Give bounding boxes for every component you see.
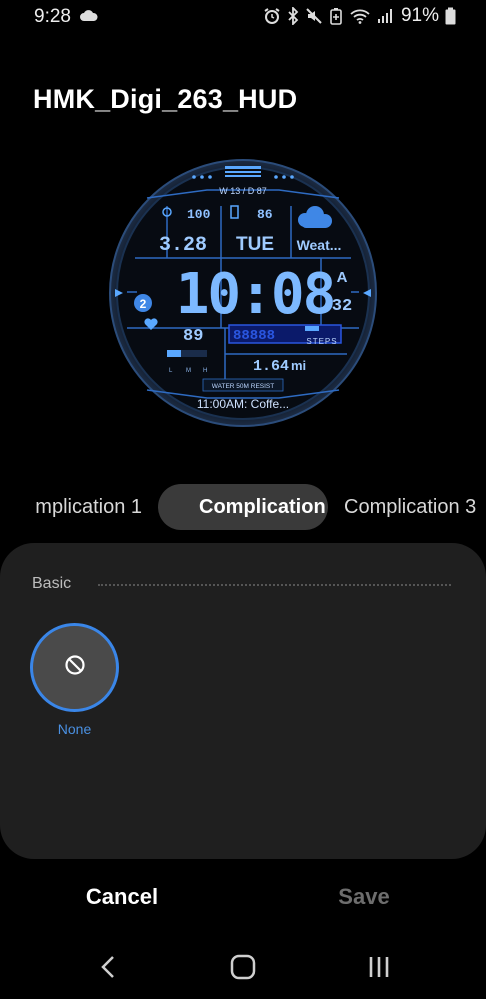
complication-tabs: mplication 1 Complication 2 Complication… — [0, 478, 486, 532]
bluetooth-icon — [287, 7, 299, 25]
watch-water-resist: WATER 50M RESIST — [212, 383, 275, 390]
save-button[interactable]: Save — [302, 880, 426, 914]
tab-complication-1[interactable]: mplication 1 — [0, 484, 150, 530]
section-label-basic: Basic — [32, 575, 72, 592]
option-none-label: None — [57, 721, 92, 737]
watch-lmh-h: H — [203, 368, 207, 374]
watch-steps-label: STEPS — [306, 337, 337, 346]
navigation-bar — [0, 940, 486, 999]
home-icon — [230, 954, 256, 985]
battery-percent: 91% — [400, 5, 439, 26]
status-time: 9:28 — [34, 6, 71, 27]
watch-face-title: HMK_Digi_263_HUD — [33, 84, 298, 114]
battery-icon — [445, 7, 456, 25]
section-divider — [98, 584, 451, 586]
watch-complication-number: 2 — [140, 297, 147, 311]
signal-icon — [377, 8, 393, 24]
back-button[interactable] — [88, 952, 128, 986]
recent-apps-button[interactable] — [359, 952, 399, 986]
tab-complication-1-label: mplication 1 — [35, 496, 142, 518]
tab-complication-2[interactable]: Complication 2 — [158, 484, 328, 530]
watch-time: 10:08 — [176, 262, 335, 327]
watch-face-preview[interactable]: W 13 / D 87 100 86 3.28 TUE Weat... 10:0… — [107, 158, 379, 428]
home-button[interactable] — [223, 952, 263, 986]
cloud-icon — [80, 9, 98, 27]
recent-apps-icon — [367, 955, 391, 984]
watch-date: 3.28 — [159, 234, 207, 257]
none-icon — [64, 654, 86, 681]
watch-steps-digits: 88888 — [233, 328, 275, 344]
watch-week-day: W 13 / D 87 — [219, 186, 267, 196]
tab-complication-3-label: Complication 3 — [344, 496, 477, 518]
alarm-icon — [263, 7, 281, 25]
wifi-icon — [349, 7, 371, 25]
back-icon — [100, 955, 116, 984]
tab-complication-3[interactable]: Complication 3 — [344, 484, 486, 530]
status-icons: 91% — [263, 5, 456, 27]
watch-distance: 1.64 — [253, 358, 289, 375]
mute-icon — [305, 7, 323, 25]
watch-weather: Weat... — [297, 237, 342, 253]
complication-options-panel: Basic None — [0, 543, 486, 859]
watch-event: 11:00AM: Coffe... — [197, 397, 289, 411]
watch-battery-value: 100 — [187, 207, 211, 222]
watch-phone-battery: 86 — [257, 207, 273, 222]
watch-lmh-m: M — [186, 368, 191, 374]
watch-seconds: 32 — [332, 297, 352, 316]
status-bar: 9:28 91% — [0, 0, 486, 34]
watch-weekday: TUE — [236, 234, 274, 255]
cancel-button[interactable]: Cancel — [60, 880, 184, 914]
watch-heart-rate: 89 — [183, 327, 203, 346]
watch-ampm: A — [337, 269, 348, 286]
battery-saver-icon — [329, 7, 343, 25]
tab-complication-2-label: Complication 2 — [199, 496, 328, 518]
watch-distance-unit: mi — [291, 358, 306, 373]
option-none-button[interactable] — [30, 623, 119, 712]
